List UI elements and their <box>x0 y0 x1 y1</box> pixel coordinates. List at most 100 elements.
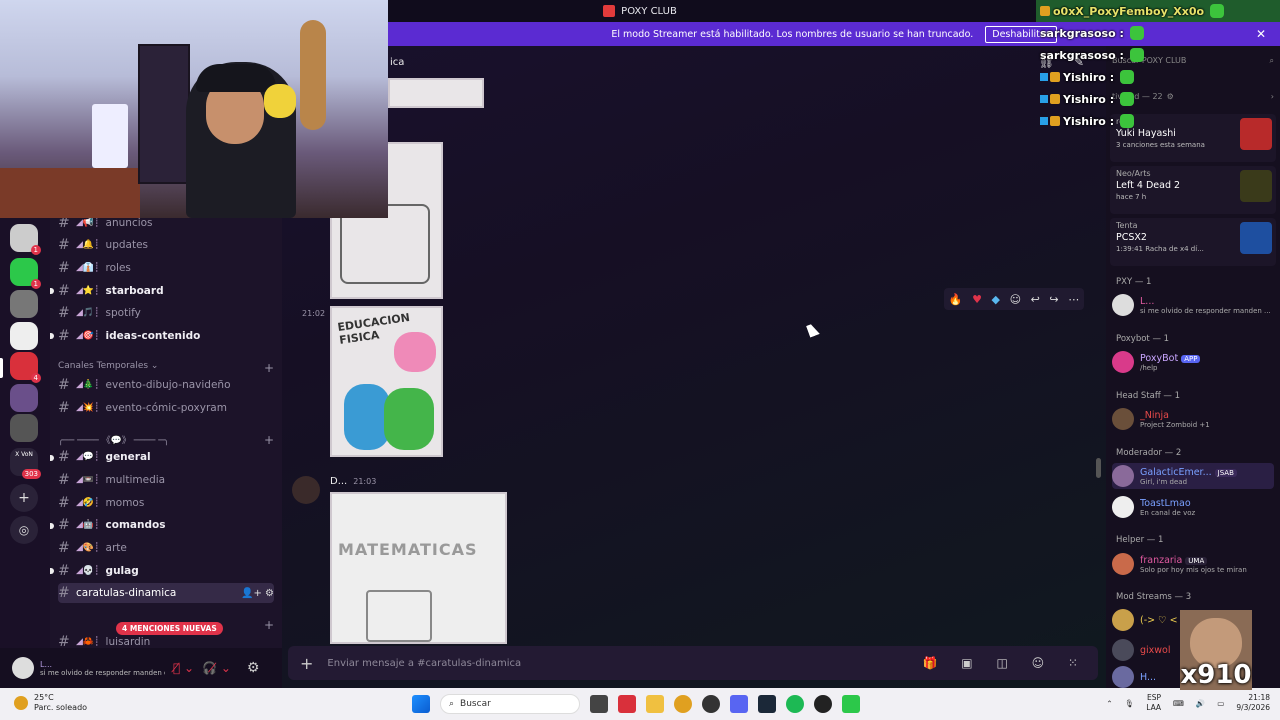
message-composer[interactable]: + Enviar mensaje a #caratulas-dinamica 🎁… <box>288 646 1098 680</box>
chat-username: sarkgrasoso : <box>1040 26 1124 40</box>
taskbar-search[interactable]: ⌕ Buscar <box>440 694 580 714</box>
volume-icon[interactable]: 🔊 <box>1196 699 1205 708</box>
channel-item[interactable]: # ◢💬┊ general <box>58 447 274 467</box>
hash-icon: # <box>58 328 70 344</box>
channel-label: multimedia <box>105 474 166 486</box>
channel-settings-icons[interactable]: 👤+ ⚙ <box>241 588 274 599</box>
mic-muted-icon[interactable]: 🎙̸ ⌄ <box>173 661 194 675</box>
channel-item[interactable]: # ◢🤣┊ momos <box>58 493 274 513</box>
weather-desc: Parc. soleado <box>34 703 88 712</box>
channel-item-active[interactable]: # caratulas-dinamica 👤+ ⚙ <box>58 583 274 603</box>
hash-icon: # <box>58 400 70 416</box>
channel-item[interactable]: # ◢🤖┊ comandos <box>58 515 274 535</box>
message-image[interactable] <box>388 78 484 108</box>
channel-item[interactable]: # ◢🎄┊ evento-dibujo-navideño <box>58 375 274 395</box>
category-header[interactable]: Canales Temporales ⌄ + <box>58 361 274 375</box>
app-icon[interactable] <box>618 695 636 713</box>
activity-card[interactable]: Neo/Arts Left 4 Dead 2 hace 7 h <box>1110 166 1276 214</box>
reply-icon[interactable]: ↩ <box>1031 293 1040 306</box>
category-header[interactable]: ╭── ──── 《💬》 ──── ─╮ + <box>58 433 274 447</box>
add-server-icon[interactable]: + <box>10 484 38 512</box>
attach-plus-icon[interactable]: + <box>300 654 313 673</box>
gear-icon[interactable]: ⚙ <box>247 660 260 676</box>
language-indicator[interactable]: ESP LAA <box>1146 693 1161 713</box>
chevron-up-icon[interactable]: ⌃ <box>1106 699 1112 708</box>
channel-item[interactable]: # ◢🎯┊ ideas-contenido <box>58 326 274 346</box>
new-mentions-pill[interactable]: 4 MENCIONES NUEVAS <box>116 622 223 635</box>
unread-indicator <box>50 288 54 294</box>
message-image[interactable]: EDUCACION FISICA <box>330 306 443 457</box>
channel-deco: ◢🔔┊ <box>76 240 100 250</box>
server-folder[interactable]: X VoN 303 <box>10 448 41 479</box>
webcam-overlay <box>0 0 388 218</box>
server-icon[interactable] <box>10 384 38 412</box>
add-reaction-icon[interactable]: ☺ <box>1010 293 1021 306</box>
member-item[interactable]: ToastLmao En canal de voz <box>1112 494 1274 520</box>
task-view-icon[interactable] <box>590 695 608 713</box>
channel-item[interactable]: # ◢🎨┊ arte <box>58 538 274 558</box>
channel-item[interactable]: # ◢💀┊ gulag <box>58 561 274 581</box>
server-icon[interactable] <box>10 414 38 442</box>
channel-item[interactable]: # ◢📢┊ anuncios <box>58 218 274 233</box>
weather-widget[interactable]: 25°C Parc. soleado <box>14 693 87 713</box>
message-image[interactable]: MATEMATICAS <box>330 492 507 644</box>
avatar[interactable] <box>12 657 34 679</box>
channel-deco: ◢💀┊ <box>76 566 100 576</box>
member-item[interactable]: franzaria UMA Solo por hoy mis ojos te mir… <box>1112 551 1274 577</box>
member-item[interactable]: _Ninja Project Zomboid +1 <box>1112 406 1274 432</box>
server-icon-poxy[interactable]: 4 <box>10 352 41 383</box>
headset-muted-icon[interactable]: 🎧̸ ⌄ <box>202 661 231 675</box>
channel-item[interactable]: # ◢📼┊ multimedia <box>58 470 274 490</box>
heart-reaction-icon[interactable]: ♥ <box>972 293 982 306</box>
chat-header: ica ⛓ ✎ <box>388 46 1100 78</box>
subscriber-badge-icon <box>1050 72 1060 82</box>
channel-label: momos <box>105 497 145 509</box>
composer-tools[interactable]: 🎁 ▣ ◫ ☺ ⁙ <box>923 656 1088 670</box>
window-title: POXY CLUB <box>621 5 677 17</box>
server-icon[interactable]: 1 <box>10 224 41 255</box>
channel-item[interactable]: # ◢💥┊ evento-cómic-poxyram <box>58 398 274 418</box>
channel-item[interactable]: # ◢⭐┊ starboard <box>58 281 274 301</box>
webcam-air-conditioner <box>92 104 128 168</box>
avatar[interactable] <box>292 476 320 504</box>
obs-icon[interactable] <box>814 695 832 713</box>
discord-icon[interactable] <box>730 695 748 713</box>
add-channel-icon[interactable]: + <box>264 361 274 375</box>
server-icon[interactable] <box>10 322 38 350</box>
chrome-icon[interactable] <box>674 695 692 713</box>
hash-icon: # <box>58 237 70 253</box>
channel-item[interactable]: # ◢👔┊ roles <box>58 258 274 278</box>
battery-icon[interactable]: ▭ <box>1217 699 1224 708</box>
member-name: L... <box>1140 295 1155 307</box>
network-icon[interactable]: ⌨ <box>1173 699 1184 708</box>
add-channel-icon[interactable]: + <box>264 618 274 632</box>
fire-reaction-icon[interactable]: 🔥 <box>949 293 963 306</box>
member-item[interactable]: PoxyBot APP/help <box>1112 349 1274 375</box>
discover-icon[interactable]: ◎ <box>10 516 38 544</box>
more-options-icon[interactable]: ⋯ <box>1068 293 1079 306</box>
stream-chat-line: sarkgrasoso : <box>1036 44 1280 66</box>
microphone-icon[interactable]: 🎙 <box>1125 699 1135 708</box>
author-name[interactable]: D... <box>330 476 347 487</box>
member-item[interactable]: L... si me olvido de responder manden ... <box>1112 292 1274 318</box>
activity-card[interactable]: Tenta PCSX2 1:39:41 Racha de x4 dí... <box>1110 218 1276 266</box>
clock[interactable]: 21:18 9/3/2026 <box>1236 693 1270 713</box>
message-input[interactable]: Enviar mensaje a #caratulas-dinamica <box>327 658 521 669</box>
forward-icon[interactable]: ↪ <box>1049 293 1058 306</box>
channel-item[interactable]: # ◢🔔┊ updates <box>58 235 274 255</box>
app-icon[interactable] <box>842 695 860 713</box>
server-icon[interactable] <box>10 290 38 318</box>
channel-item[interactable]: # ◢🎵┊ spotify <box>58 303 274 323</box>
member-status: Solo por hoy mis ojos te miran <box>1140 565 1247 574</box>
user-info[interactable]: L... si me olvido de responder manden o <box>40 660 165 677</box>
scrollbar[interactable] <box>1096 458 1101 478</box>
member-item[interactable]: GalacticEmer... JSAB Girl, i'm dead <box>1112 463 1274 489</box>
start-icon[interactable] <box>412 695 430 713</box>
spotify-icon[interactable] <box>786 695 804 713</box>
gem-reaction-icon[interactable]: ◆ <box>992 293 1000 306</box>
server-icon[interactable]: 1 <box>10 258 41 289</box>
app-icon[interactable] <box>702 695 720 713</box>
steam-icon[interactable] <box>758 695 776 713</box>
add-channel-icon[interactable]: + <box>264 433 274 447</box>
file-explorer-icon[interactable] <box>646 695 664 713</box>
